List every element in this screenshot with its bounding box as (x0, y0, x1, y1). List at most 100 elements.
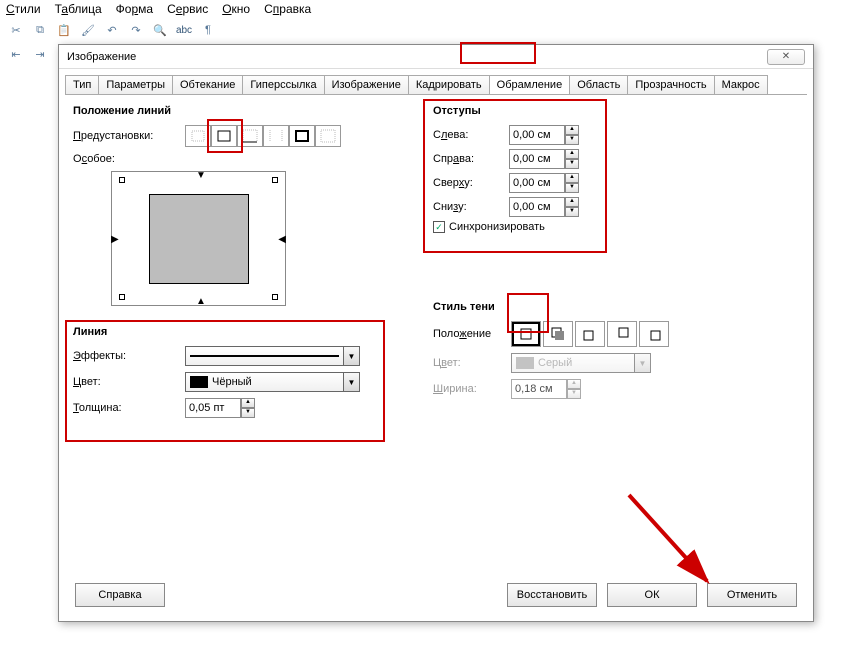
shadow-color-value: Серый (538, 357, 572, 369)
spin-down-icon[interactable]: ▼ (241, 408, 255, 418)
find-icon[interactable]: 🔍 (150, 20, 170, 40)
ok-button[interactable]: ОК (607, 583, 697, 607)
indent-right-icon[interactable]: ⇥ (30, 44, 50, 64)
spacing-title: Отступы (433, 105, 783, 117)
menu-styles[interactable]: Стили (6, 2, 41, 16)
color-swatch (190, 376, 208, 388)
handle-tr[interactable] (272, 177, 278, 183)
menu-form[interactable]: Форма (116, 2, 153, 16)
handle-bl[interactable] (119, 294, 125, 300)
menu-window[interactable]: Окно (222, 2, 250, 16)
shadow-tr[interactable] (575, 321, 605, 347)
spin-down-icon[interactable]: ▼ (565, 135, 579, 145)
preview-square (149, 194, 249, 284)
spin-down-icon[interactable]: ▼ (565, 159, 579, 169)
spin-up-icon[interactable]: ▲ (565, 197, 579, 207)
spin-down-icon: ▼ (567, 389, 581, 399)
arrow-right-icon: ◀ (278, 234, 286, 245)
spin-up-icon[interactable]: ▲ (565, 173, 579, 183)
tab-macro[interactable]: Макрос (714, 75, 768, 94)
color-combo[interactable]: Чёрный ▼ (185, 372, 360, 392)
shadow-title: Стиль тени (433, 301, 783, 313)
chevron-down-icon: ▼ (634, 354, 650, 372)
tab-image[interactable]: Изображение (324, 75, 409, 94)
redo-icon[interactable]: ↷ (126, 20, 146, 40)
spacing-right-input[interactable] (509, 149, 565, 169)
shadow-bl[interactable] (607, 321, 637, 347)
tab-crop[interactable]: Кадрировать (408, 75, 490, 94)
arrow-top-icon: ▼ (196, 170, 206, 181)
tab-area[interactable]: Область (569, 75, 628, 94)
tab-params[interactable]: Параметры (98, 75, 173, 94)
shadow-color-combo: Серый ▼ (511, 353, 651, 373)
preset-boxthick[interactable] (289, 125, 315, 147)
chevron-down-icon[interactable]: ▼ (343, 347, 359, 365)
shadow-none[interactable] (511, 321, 541, 347)
toolbar-main: ✂ ⧉ 📋 🖌 ↶ ↷ 🔍 abc ¶ (0, 18, 841, 42)
preset-none[interactable] (185, 125, 211, 147)
spin-down-icon[interactable]: ▼ (565, 183, 579, 193)
chevron-down-icon[interactable]: ▼ (343, 373, 359, 391)
width-label: Толщина: (73, 402, 185, 414)
spacing-bottom-spin[interactable]: ▲▼ (509, 197, 579, 217)
tab-hyperlink[interactable]: Гиперссылка (242, 75, 324, 94)
shadow-color-label: Цвет: (433, 357, 511, 369)
preset-box[interactable] (211, 125, 237, 147)
indent-left-icon[interactable]: ⇤ (6, 44, 26, 64)
menu-table[interactable]: Таблица (55, 2, 102, 16)
special-preview[interactable]: ▼ ▲ ▶ ◀ (111, 171, 286, 306)
spin-up-icon[interactable]: ▲ (241, 398, 255, 408)
tab-borders[interactable]: Обрамление (489, 75, 571, 94)
effects-combo[interactable]: ▼ (185, 346, 360, 366)
paste-icon[interactable]: 📋 (54, 20, 74, 40)
shadow-tl[interactable] (639, 321, 669, 347)
spacing-left-spin[interactable]: ▲▼ (509, 125, 579, 145)
tab-transparency[interactable]: Прозрачность (627, 75, 714, 94)
arrow-bottom-icon: ▲ (196, 296, 206, 307)
preset-full[interactable] (315, 125, 341, 147)
format-paint-icon[interactable]: 🖌 (78, 20, 98, 40)
preset-sides[interactable] (263, 125, 289, 147)
spacing-left-input[interactable] (509, 125, 565, 145)
spacing-left-label: Слева: (433, 129, 509, 141)
menu-service[interactable]: Сервис (167, 2, 208, 16)
sync-checkbox[interactable]: ✓ Синхронизировать (433, 221, 783, 233)
spellcheck-icon[interactable]: abc (174, 20, 194, 40)
restore-button[interactable]: Восстановить (507, 583, 597, 607)
tab-wrap[interactable]: Обтекание (172, 75, 243, 94)
spin-up-icon[interactable]: ▲ (565, 149, 579, 159)
shadow-width-label: Ширина: (433, 383, 511, 395)
menu-help[interactable]: Справка (264, 2, 311, 16)
shadow-br[interactable] (543, 321, 573, 347)
spacing-top-spin[interactable]: ▲▼ (509, 173, 579, 193)
titlebar: Изображение ✕ (59, 45, 813, 69)
width-spin[interactable]: ▲ ▼ (185, 398, 255, 418)
spacing-right-spin[interactable]: ▲▼ (509, 149, 579, 169)
pilcrow-icon[interactable]: ¶ (198, 20, 218, 40)
cut-icon[interactable]: ✂ (6, 20, 26, 40)
presets-group (185, 125, 341, 147)
presets-label: Предустановки: (73, 130, 185, 142)
spin-down-icon[interactable]: ▼ (565, 207, 579, 217)
spacing-top-input[interactable] (509, 173, 565, 193)
color-label: Цвет: (73, 376, 185, 388)
copy-icon[interactable]: ⧉ (30, 20, 50, 40)
help-button[interactable]: Справка (75, 583, 165, 607)
shadow-color-swatch (516, 357, 534, 369)
handle-tl[interactable] (119, 177, 125, 183)
handle-br[interactable] (272, 294, 278, 300)
spin-up-icon: ▲ (567, 379, 581, 389)
spin-up-icon[interactable]: ▲ (565, 125, 579, 135)
effects-label: Эффекты: (73, 350, 185, 362)
tab-type[interactable]: Тип (65, 75, 99, 94)
menubar: Стили Таблица Форма Сервис Окно Справка (0, 0, 841, 18)
dialog-content: Положение линий Предустановки: (59, 95, 813, 434)
undo-icon[interactable]: ↶ (102, 20, 122, 40)
close-button[interactable]: ✕ (767, 49, 805, 65)
spacing-bottom-label: Снизу: (433, 201, 509, 213)
spacing-bottom-input[interactable] (509, 197, 565, 217)
checkbox-checked-icon: ✓ (433, 221, 445, 233)
preset-outline[interactable] (237, 125, 263, 147)
width-input[interactable] (185, 398, 241, 418)
cancel-button[interactable]: Отменить (707, 583, 797, 607)
